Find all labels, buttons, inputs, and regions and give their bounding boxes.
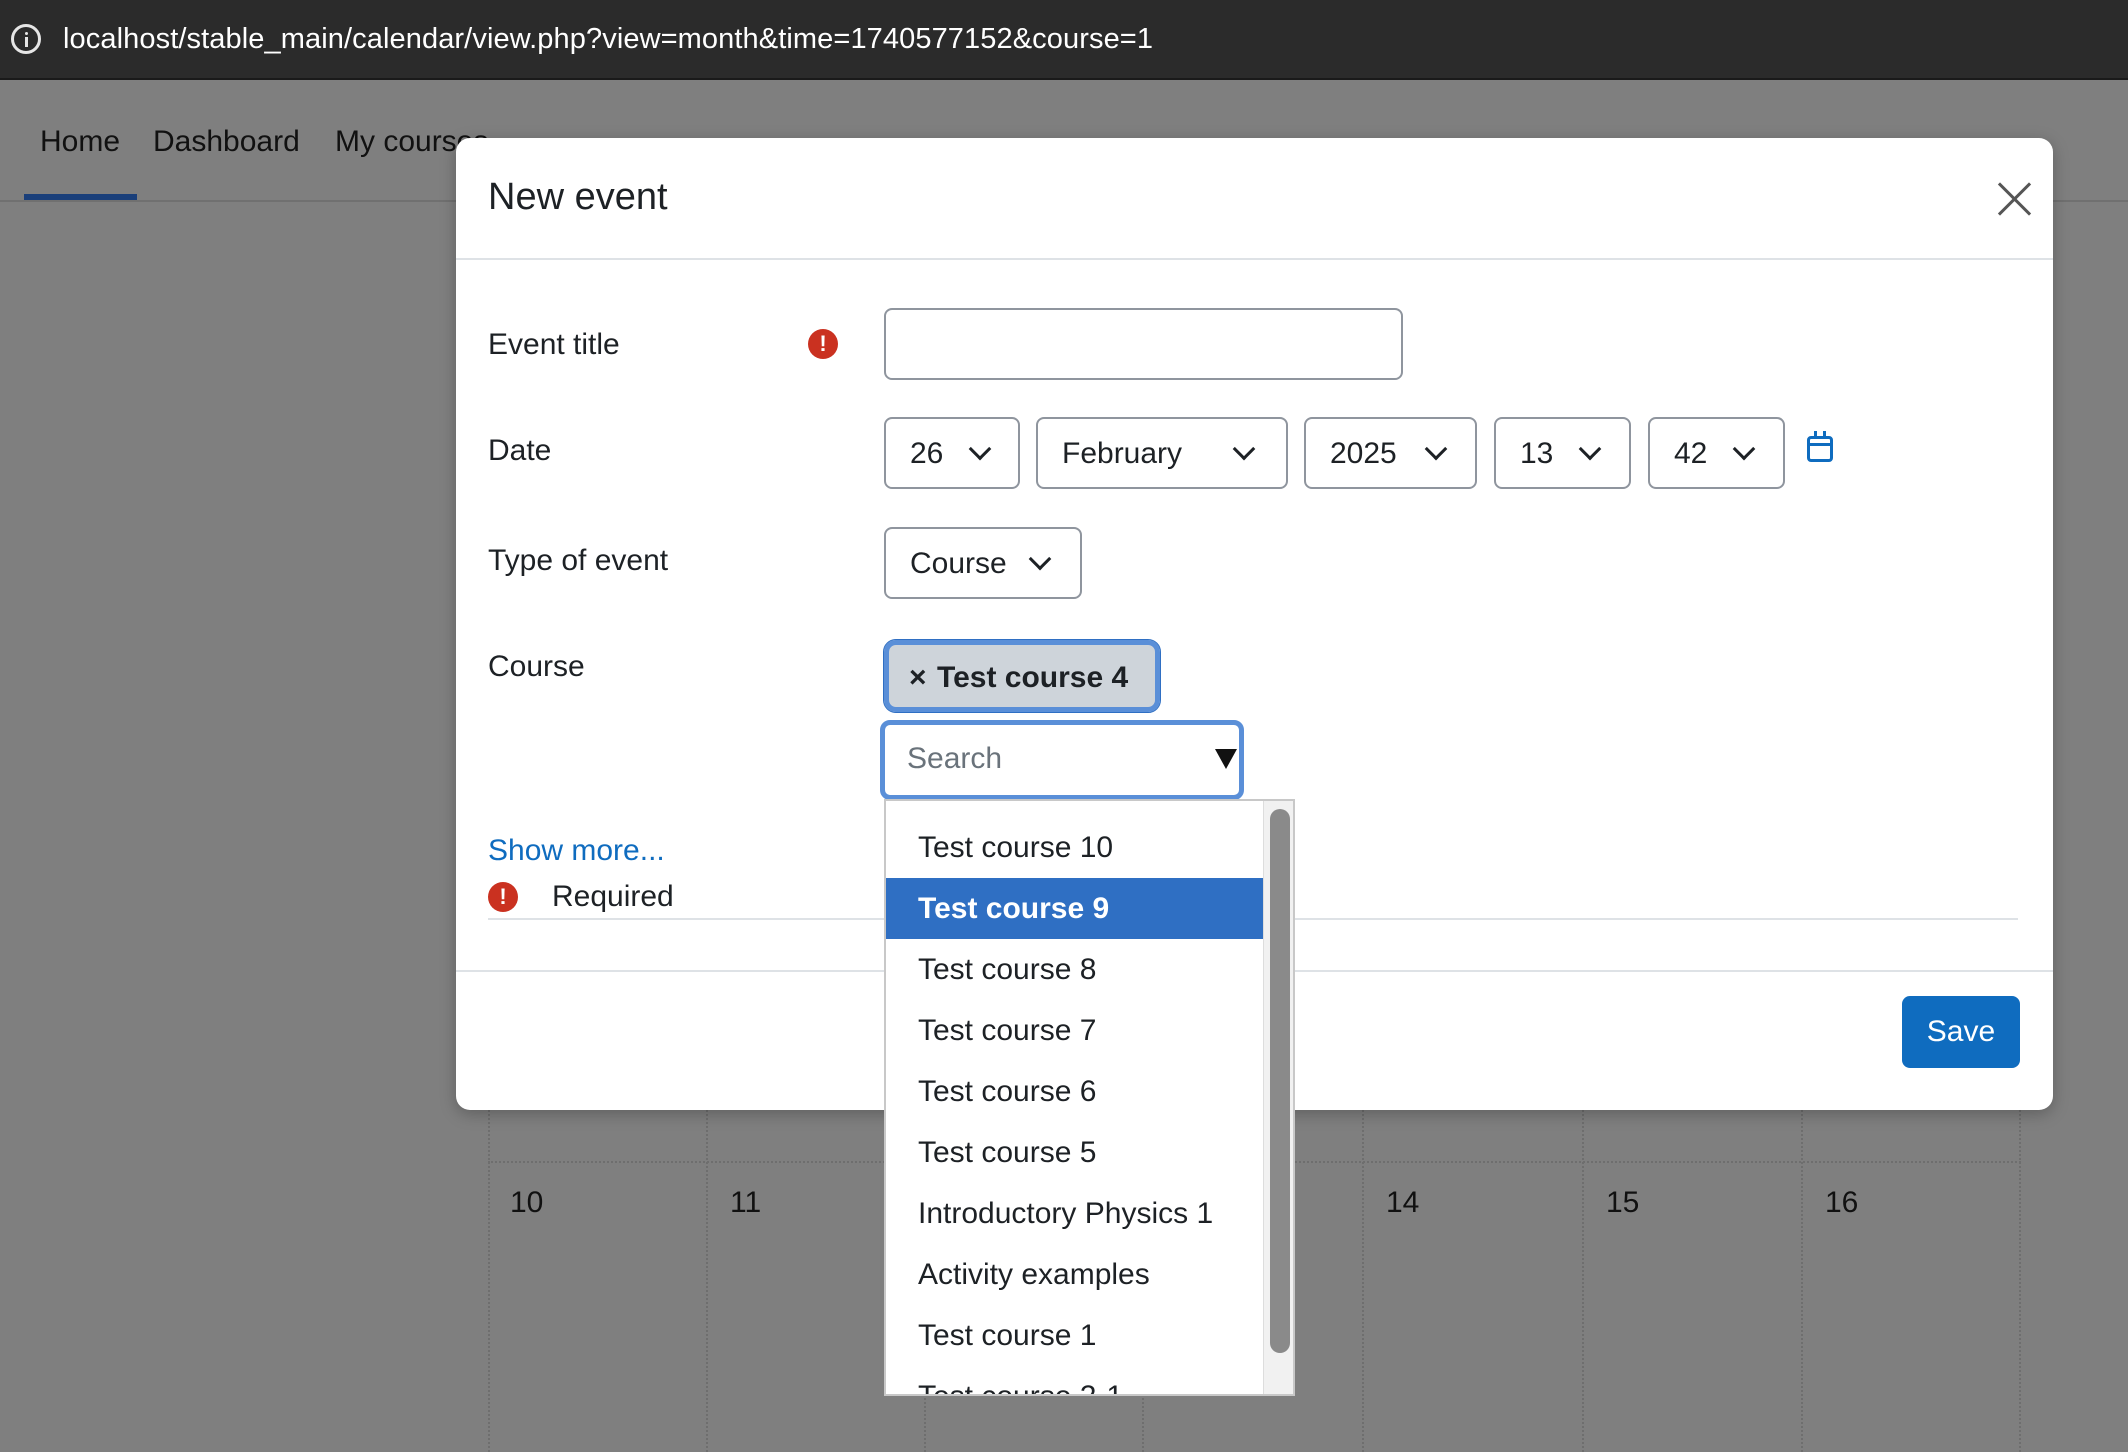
course-option[interactable]: Test course 1 — [886, 1305, 1263, 1366]
year-value: 2025 — [1330, 437, 1397, 470]
modal-header: New event — [456, 138, 2053, 260]
show-more-link[interactable]: Show more... — [488, 834, 665, 868]
calendar-icon[interactable] — [1807, 431, 1833, 462]
chevron-down-icon — [1424, 437, 1448, 461]
browser-address-bar[interactable]: localhost/stable_main/calendar/view.php?… — [0, 0, 2128, 80]
day-value: 26 — [910, 437, 944, 470]
type-of-event-label: Type of event — [488, 544, 669, 577]
course-option[interactable]: Test course 6 — [886, 1061, 1263, 1122]
course-option[interactable]: Test course 10 — [886, 817, 1263, 878]
nav-home[interactable]: Home — [40, 125, 120, 159]
course-search-input[interactable] — [907, 741, 1207, 777]
course-option[interactable]: Introductory Physics 1 — [886, 1183, 1263, 1244]
hour-select[interactable]: 13 — [1494, 417, 1631, 489]
calendar-day[interactable]: 10 — [510, 1186, 543, 1220]
close-icon[interactable] — [1996, 180, 2032, 216]
calendar-day[interactable]: 11 — [730, 1186, 761, 1220]
chevron-down-icon — [1578, 437, 1602, 461]
required-icon: ! — [808, 329, 838, 359]
chevron-down-icon — [968, 437, 992, 461]
calendar-day[interactable]: 15 — [1606, 1186, 1639, 1220]
course-option-highlighted[interactable]: Test course 9 — [886, 878, 1263, 939]
course-option[interactable]: Test course 8 — [886, 939, 1263, 1000]
month-value: February — [1062, 437, 1183, 470]
course-option[interactable]: Activity examples — [886, 1244, 1263, 1305]
hour-value: 13 — [1520, 437, 1554, 470]
year-select[interactable]: 2025 — [1304, 417, 1477, 489]
course-label: Course — [488, 650, 585, 683]
course-option[interactable]: Test course 7 — [886, 1000, 1263, 1061]
dropdown-arrow-icon[interactable] — [1215, 749, 1237, 769]
date-label: Date — [488, 434, 552, 467]
chevron-down-icon — [1232, 437, 1256, 461]
modal-title: New event — [488, 176, 668, 218]
chevron-down-icon — [1028, 547, 1052, 571]
selected-course-chip[interactable]: × Test course 4 — [883, 639, 1161, 713]
chevron-down-icon — [1732, 437, 1756, 461]
course-search-box[interactable] — [880, 720, 1244, 800]
event-type-select[interactable]: Course — [884, 527, 1082, 599]
remove-chip-icon[interactable]: × — [909, 661, 927, 695]
info-icon[interactable] — [11, 24, 41, 54]
required-icon: ! — [488, 882, 518, 912]
url-text[interactable]: localhost/stable_main/calendar/view.php?… — [63, 23, 1153, 56]
event-title-input[interactable] — [884, 308, 1403, 380]
required-text: Required — [552, 880, 674, 913]
course-dropdown-list[interactable]: Test course 10 Test course 9 Test course… — [884, 799, 1295, 1396]
nav-dashboard[interactable]: Dashboard — [153, 125, 300, 159]
day-select[interactable]: 26 — [884, 417, 1020, 489]
minute-select[interactable]: 42 — [1648, 417, 1785, 489]
minute-value: 42 — [1674, 437, 1708, 470]
nav-active-indicator — [24, 194, 137, 200]
scrollbar-thumb[interactable] — [1270, 809, 1290, 1353]
event-title-label: Event title — [488, 328, 620, 361]
calendar-day[interactable]: 14 — [1386, 1186, 1419, 1220]
selected-course-label: Test course 4 — [937, 661, 1129, 694]
save-button[interactable]: Save — [1902, 996, 2020, 1068]
course-option[interactable]: Test course 5 — [886, 1122, 1263, 1183]
month-select[interactable]: February — [1036, 417, 1288, 489]
calendar-day[interactable]: 16 — [1825, 1186, 1858, 1220]
course-option[interactable]: Test course 2-1 — [886, 1366, 1263, 1394]
event-type-value: Course — [910, 547, 1007, 580]
